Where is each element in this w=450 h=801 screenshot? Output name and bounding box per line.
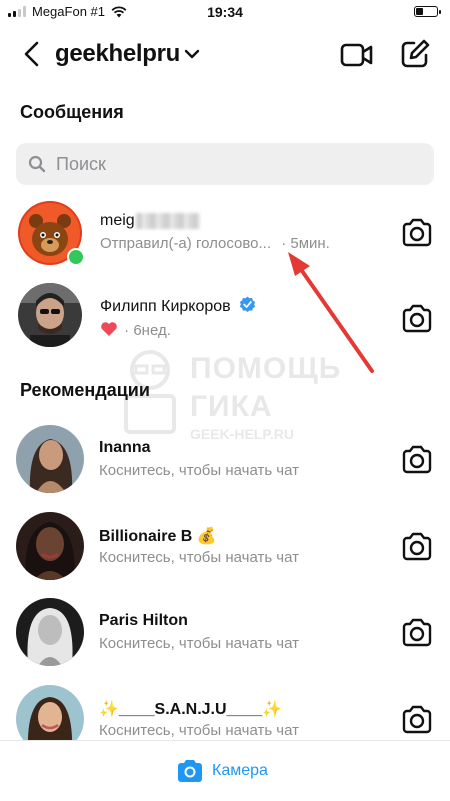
thread-time: · 5мин. <box>281 235 330 252</box>
avatar <box>16 425 84 493</box>
thread-name: meig <box>100 212 200 230</box>
redacted-name-blur <box>135 212 200 229</box>
messages-section-title: Сообщения <box>20 102 124 122</box>
watermark-line-1: ПОМОЩЬ <box>190 352 342 385</box>
avatar <box>16 598 84 666</box>
camera-icon <box>178 760 202 782</box>
thread-name-text: Филипп Киркоров <box>100 298 231 315</box>
online-status-indicator <box>67 248 85 266</box>
recommendation-subtitle: Коснитесь, чтобы начать чат <box>99 722 300 739</box>
recommendation-subtitle: Коснитесь, чтобы начать чат <box>99 549 300 566</box>
camera-icon[interactable] <box>400 532 434 562</box>
search-bar[interactable] <box>16 143 434 185</box>
thread-row[interactable]: meig Отправил(-а) голосово... · 5мин. <box>0 193 450 273</box>
account-switcher[interactable]: geekhelpru <box>55 40 200 68</box>
recommendation-name: Inanna <box>99 439 151 456</box>
search-input[interactable] <box>54 152 418 176</box>
camera-icon[interactable] <box>400 304 434 334</box>
avatar <box>18 283 82 347</box>
recommendation-name: Paris Hilton <box>99 612 188 629</box>
recommendation-name: ✨____S.A.N.J.U____✨ <box>99 701 283 718</box>
thread-last-message: Отправил(-а) голосово... <box>100 235 272 252</box>
camera-button[interactable]: Камера <box>176 759 268 783</box>
status-bar: MegaFon #1 19:34 <box>0 0 450 24</box>
recommendation-row[interactable]: Billionaire B 💰 Коснитесь, чтобы начать … <box>0 505 450 585</box>
chevron-down-icon <box>184 49 200 59</box>
bottom-bar: Камера <box>0 740 450 801</box>
header: geekhelpru <box>0 32 450 76</box>
recommendations-section-title: Рекомендации <box>20 380 150 400</box>
back-arrow-icon[interactable] <box>16 38 48 70</box>
recommendation-name: Billionaire B 💰 <box>99 528 217 545</box>
camera-button-label: Камера <box>212 762 268 779</box>
thread-name: Филипп Киркоров <box>100 296 256 316</box>
recommendation-row[interactable]: Paris Hilton Коснитесь, чтобы начать чат <box>0 591 450 671</box>
verified-badge-icon <box>240 296 256 312</box>
thread-preview: Отправил(-а) голосово... · 5мин. <box>100 235 330 252</box>
search-icon <box>28 155 46 173</box>
thread-preview: · 6нед. <box>100 321 171 339</box>
camera-icon[interactable] <box>400 705 434 735</box>
thread-name-text: meig <box>100 212 135 229</box>
camera-icon[interactable] <box>400 618 434 648</box>
avatar <box>16 512 84 580</box>
compose-icon[interactable] <box>399 38 431 70</box>
heart-reaction-icon <box>101 322 117 336</box>
camera-icon[interactable] <box>400 218 434 248</box>
thread-row[interactable]: Филипп Киркоров · 6нед. <box>0 275 450 355</box>
camera-icon[interactable] <box>400 445 434 475</box>
thread-time: · 6нед. <box>124 322 171 339</box>
recommendation-subtitle: Коснитесь, чтобы начать чат <box>99 635 300 652</box>
status-time: 19:34 <box>207 4 243 20</box>
video-call-icon[interactable] <box>340 40 374 70</box>
battery-icon <box>414 6 441 17</box>
recommendation-subtitle: Коснитесь, чтобы начать чат <box>99 462 300 479</box>
recommendation-row[interactable]: Inanna Коснитесь, чтобы начать чат <box>0 418 450 498</box>
account-username: geekhelpru <box>55 40 181 67</box>
